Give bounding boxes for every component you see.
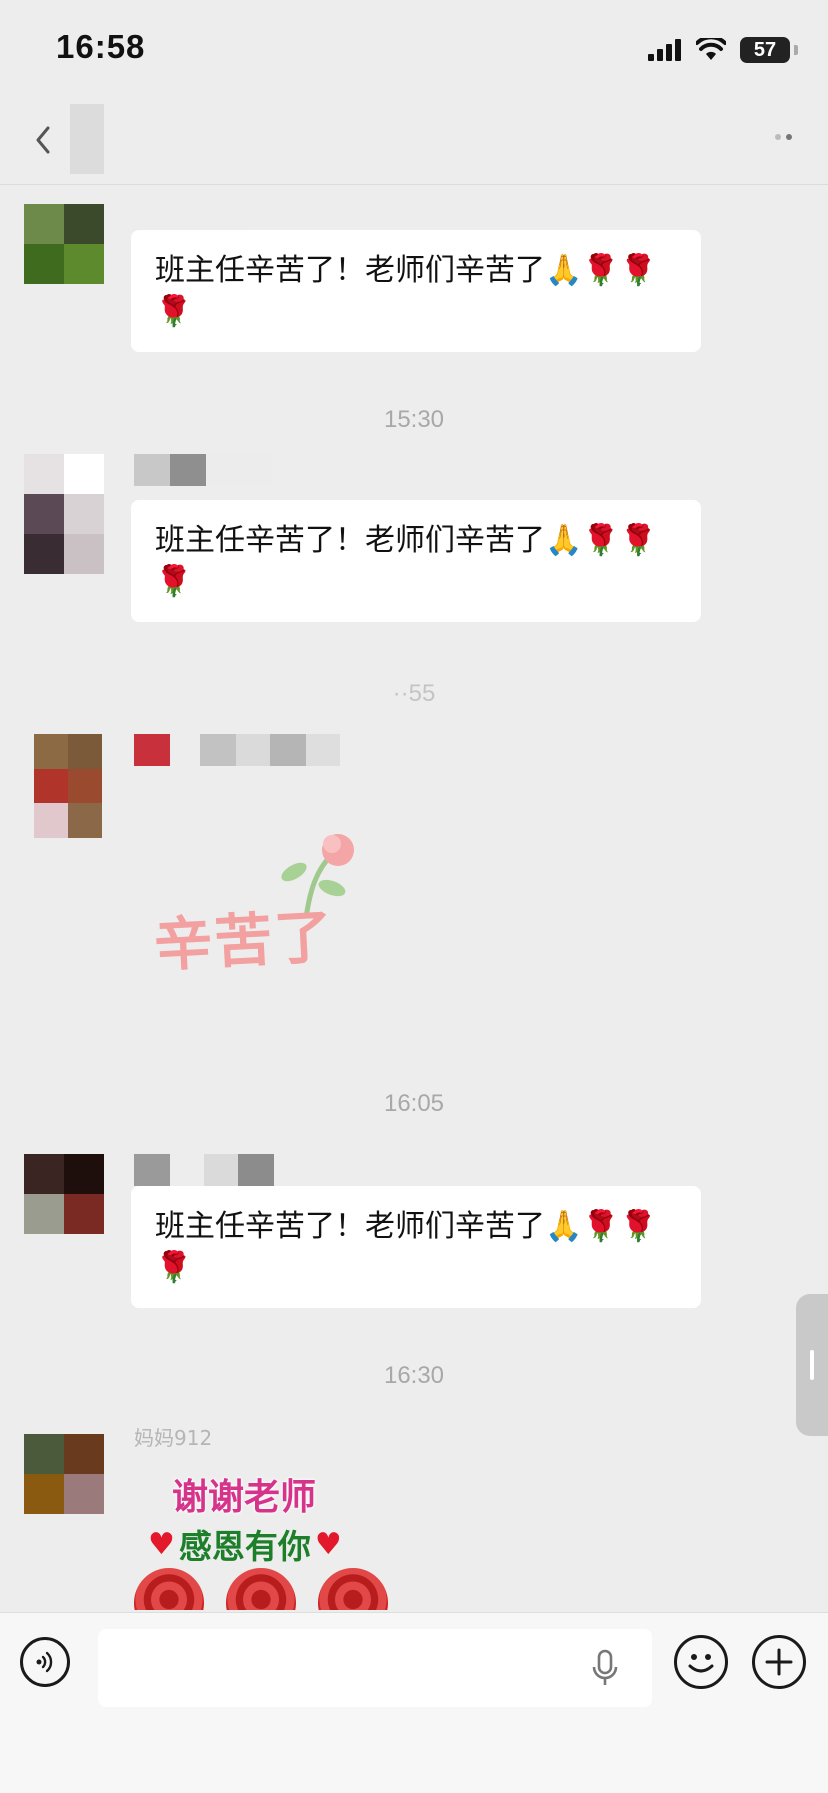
rose-icon [134, 1568, 204, 1610]
input-bar [0, 1612, 828, 1793]
scroll-handle[interactable] [796, 1294, 828, 1436]
rose-icon [318, 1568, 388, 1610]
message-row: 辛苦了 [0, 734, 828, 1014]
sender-name: 妈妈912 [134, 1425, 213, 1450]
sender-name-redacted [134, 198, 244, 235]
avatar[interactable] [24, 1434, 104, 1514]
avatar[interactable] [24, 1154, 104, 1234]
sticker-line-2-text: 感恩有你 [178, 1527, 311, 1566]
sticker-text: 辛苦了 [152, 902, 336, 980]
heart-icon: ♥ [314, 1526, 342, 1562]
rose-icon [226, 1568, 296, 1610]
heart-icon: ♥ [148, 1526, 175, 1562]
status-bar: 16:58 57 [0, 0, 828, 100]
sticker-image[interactable]: 辛苦了 [150, 834, 370, 994]
timestamp: ··55 [392, 680, 436, 707]
message-row: 班主任辛苦了！老师们辛苦了🙏🌹🌹🌹 [0, 454, 828, 634]
message-row: 班主任辛苦了！老师们辛苦了🙏🌹🌹🌹 [0, 1144, 828, 1314]
thanks-sticker[interactable]: 谢谢老师 ♥ 感恩有你 ♥ [134, 1468, 394, 1610]
emoji-icon [688, 1654, 714, 1673]
message-bubble[interactable]: 班主任辛苦了！老师们辛苦了🙏🌹🌹🌹 [131, 1186, 701, 1308]
avatar-lower [24, 534, 104, 574]
plus-button[interactable] [752, 1635, 806, 1689]
message-row: 妈妈912 谢谢老师 ♥ 感恩有你 ♥ [0, 1420, 828, 1610]
sticker-line-1: 谢谢老师 [172, 1477, 317, 1518]
message-bubble[interactable]: 班主任辛苦了！老师们辛苦了🙏🌹🌹🌹 [131, 230, 701, 352]
avatar[interactable] [24, 454, 104, 534]
back-chevron-icon[interactable] [28, 120, 58, 160]
sender-name-redacted [134, 454, 272, 486]
timestamp: 15:30 [383, 406, 445, 433]
message-text: 班主任辛苦了！老师们辛苦了🙏🌹🌹🌹 [155, 1209, 658, 1285]
status-time: 16:58 [56, 28, 146, 65]
nav-bar [0, 100, 828, 185]
message-bubble[interactable]: 班主任辛苦了！老师们辛苦了🙏🌹🌹🌹 [131, 500, 701, 622]
plus-icon [765, 1648, 793, 1676]
emoji-button[interactable] [674, 1635, 728, 1689]
signal-icon [648, 39, 681, 61]
battery-icon: 57 [740, 37, 798, 63]
avatar[interactable] [24, 204, 104, 284]
timestamp: 16:05 [383, 1090, 445, 1117]
timestamp: 16:30 [383, 1362, 445, 1389]
mic-icon[interactable] [590, 1649, 620, 1689]
more-icon[interactable] [775, 134, 792, 140]
voice-button[interactable] [20, 1637, 70, 1687]
sticker-line-2: ♥ 感恩有你 ♥ [148, 1520, 342, 1568]
sender-name-redacted [134, 734, 340, 766]
status-icons: 57 [648, 34, 798, 66]
message-text: 班主任辛苦了！老师们辛苦了🙏🌹🌹🌹 [155, 253, 658, 329]
chat-title-redacted [70, 104, 104, 174]
roses-decoration [134, 1568, 394, 1610]
message-row: 班主任辛苦了！老师们辛苦了🙏🌹🌹🌹 [0, 204, 828, 364]
message-text: 班主任辛苦了！老师们辛苦了🙏🌹🌹🌹 [155, 523, 658, 599]
avatar[interactable] [34, 734, 102, 838]
message-input[interactable] [98, 1629, 652, 1707]
wifi-icon [696, 38, 726, 60]
sender-name-redacted [134, 1154, 274, 1186]
voice-icon [36, 1651, 53, 1673]
